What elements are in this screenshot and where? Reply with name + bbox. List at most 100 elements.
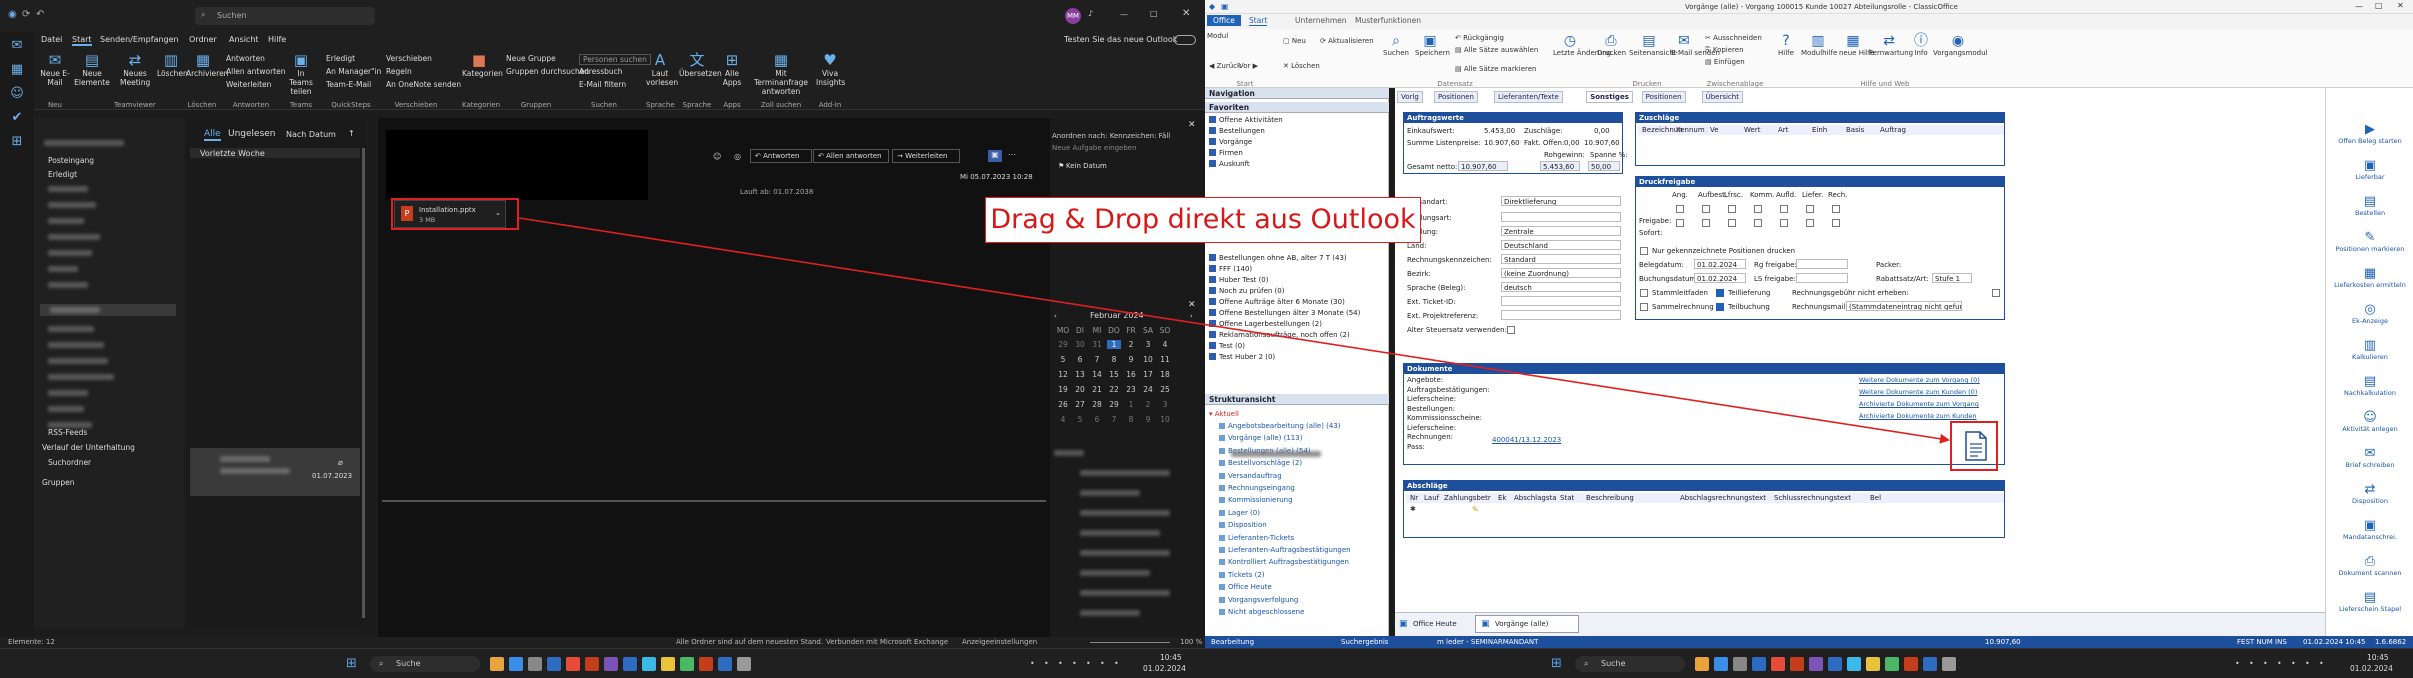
document-link[interactable]: Weitere Dokumente zum Vorgang (0) — [1859, 376, 1980, 384]
undo-icon[interactable]: ↶ — [36, 9, 44, 20]
calendar-day[interactable]: 7 — [1090, 355, 1104, 364]
nur-gekennzeichnet-checkbox[interactable] — [1640, 247, 1648, 255]
tree-item[interactable]: Lieferanten-Auftragsbestätigungen — [1219, 546, 1351, 554]
modul-dropdown[interactable]: Modul — [1207, 32, 1228, 40]
taskbar-search[interactable]: ⌕ Suche — [370, 656, 480, 672]
clock-date[interactable]: 01.02.2024 — [1143, 664, 1186, 673]
taskbar-app-icon[interactable] — [1923, 657, 1937, 671]
todo-arrange[interactable]: Anordnen nach: Kennzeichen: Fälli... — [1052, 132, 1170, 140]
calendar-day[interactable]: 29 — [1056, 340, 1070, 349]
column-header[interactable]: Abschlagsta — [1514, 494, 1557, 502]
maximize-icon[interactable]: □ — [2375, 1, 2383, 10]
calendar-day[interactable]: 7 — [1107, 415, 1121, 424]
people-icon[interactable]: ☺ — [8, 86, 26, 104]
folder-erledigt[interactable]: Erledigt — [48, 170, 77, 179]
tree-item[interactable]: Bestellvorschläge (2) — [1219, 459, 1302, 467]
detail-tab-4[interactable]: Positionen — [1641, 91, 1686, 103]
druck-checkbox[interactable] — [1676, 205, 1684, 213]
favoriten-header[interactable]: Favoriten — [1205, 102, 1389, 113]
sort-direction-icon[interactable]: ↑ — [348, 129, 355, 138]
filter-item[interactable]: Test Huber 2 (0) — [1209, 353, 1275, 361]
taskbar-app-icon[interactable] — [661, 657, 675, 671]
taskbar-app-icon[interactable] — [1733, 657, 1747, 671]
tray-icon[interactable]: • — [1072, 659, 1077, 668]
calendar-day[interactable]: 26 — [1056, 400, 1070, 409]
column-header[interactable]: Zahlungsbetr — [1444, 494, 1491, 502]
ticket_l-field[interactable] — [1501, 296, 1621, 306]
calendar-day[interactable]: 5 — [1073, 415, 1087, 424]
side-action-8[interactable]: ☺ Aktivität anlegen — [2326, 410, 2413, 433]
reply-all-button[interactable]: Allen antworten — [226, 67, 285, 76]
menu-senden[interactable]: Senden/Empfangen — [100, 35, 179, 44]
favorite-item[interactable]: Bestellungen — [1209, 127, 1265, 135]
calendar-day[interactable]: 5 — [1056, 355, 1070, 364]
buchungsdatum-field[interactable]: 01.02.2024 — [1694, 273, 1746, 283]
translate-button[interactable]: 文 Übersetzen — [679, 52, 722, 79]
redacted-folder[interactable] — [48, 250, 92, 256]
calendar-day[interactable]: 4 — [1158, 340, 1172, 349]
redacted-folder[interactable] — [48, 218, 84, 224]
folder-gruppen[interactable]: Gruppen — [42, 478, 75, 487]
favorite-item[interactable]: Vorgänge — [1209, 138, 1252, 146]
reaction-icon[interactable]: ◎ — [734, 152, 741, 161]
calendar-day[interactable]: 27 — [1073, 400, 1087, 409]
tray-icon[interactable]: • — [1030, 659, 1035, 668]
speichern-button[interactable]: ▣ Speichern — [1415, 33, 1450, 57]
filter-item[interactable]: FFF (140) — [1209, 265, 1252, 273]
maximize-icon[interactable]: □ — [1150, 9, 1158, 18]
druck-checkbox[interactable] — [1728, 219, 1736, 227]
column-header[interactable]: Stat — [1560, 494, 1574, 502]
move-button[interactable]: Verschieben — [386, 54, 432, 63]
taskbar-app-icon[interactable] — [490, 657, 504, 671]
tasks-icon[interactable]: ✔ — [8, 110, 26, 128]
tree-item[interactable]: Office Heute — [1219, 583, 1272, 591]
save-icon[interactable]: ▣ — [1221, 2, 1229, 11]
suchen-button[interactable]: ⌕ Suchen — [1381, 33, 1411, 57]
close-icon[interactable]: ✕ — [1188, 120, 1196, 130]
viva-button[interactable]: ♥ Viva Insights — [816, 52, 845, 88]
tray-icon[interactable]: • — [2263, 659, 2268, 668]
calendar-day[interactable]: 23 — [1124, 385, 1138, 394]
calendar-day[interactable]: 14 — [1090, 370, 1104, 379]
minimize-icon[interactable]: — — [2355, 2, 2363, 11]
column-header[interactable]: Beschreibung — [1586, 494, 1634, 502]
quickstep-team[interactable]: Team-E-Mail — [326, 80, 371, 89]
rules-button[interactable]: Regeln — [386, 67, 412, 76]
archive-button[interactable]: ▦ Archivieren — [186, 52, 228, 79]
redacted-folder[interactable] — [48, 234, 100, 240]
taskbar-app-icon[interactable] — [1885, 657, 1899, 671]
all-apps-button[interactable]: ⊞ Alle Apps — [720, 52, 744, 88]
column-header[interactable]: Wert — [1744, 126, 1760, 134]
taskbar-app-icon[interactable] — [566, 657, 580, 671]
delete-button[interactable]: ▥ Löschen — [157, 52, 188, 79]
favorite-item[interactable]: Offene Aktivitäten — [1209, 116, 1283, 124]
stammleitfaden-checkbox[interactable] — [1640, 289, 1648, 297]
rechnung-field[interactable]: Standard — [1501, 254, 1621, 264]
taskbar-app-icon[interactable] — [1866, 657, 1880, 671]
tray-icon[interactable]: • — [2277, 659, 2282, 668]
struktur-header[interactable]: Strukturansicht — [1205, 394, 1389, 405]
favorite-item[interactable]: Firmen — [1209, 149, 1243, 157]
bezirk-field[interactable]: (keine Zuordnung) — [1501, 268, 1621, 278]
calendar-day[interactable]: 21 — [1090, 385, 1104, 394]
side-action-4[interactable]: ▦ Lieferkosten ermitteln — [2326, 266, 2413, 289]
column-header[interactable]: Ek — [1498, 494, 1506, 502]
column-header[interactable]: Einh — [1812, 126, 1827, 134]
menu-hilfe[interactable]: Hilfe — [268, 35, 286, 44]
taskbar-app-icon[interactable] — [585, 657, 599, 671]
side-action-0[interactable]: ▶ Offen Beleg starten — [2326, 122, 2413, 145]
menu-datei[interactable]: Datei — [41, 35, 62, 44]
filter-email-button[interactable]: E-Mail filtern — [579, 80, 626, 89]
aktualisieren-button[interactable]: ⟳ Aktualisieren — [1320, 37, 1374, 45]
forward-button[interactable]: Weiterleiten — [226, 80, 271, 89]
druck-checkbox[interactable] — [1806, 205, 1814, 213]
sprache-field[interactable]: deutsch — [1501, 282, 1621, 292]
projekt_l-field[interactable] — [1501, 310, 1621, 320]
tree-item[interactable]: Angebotsbearbeitung (alle) (43) — [1219, 422, 1341, 430]
browse-groups-button[interactable]: Gruppen durchsuchen — [506, 67, 589, 76]
selected-folder[interactable] — [40, 304, 176, 316]
column-header[interactable]: Nr — [1410, 494, 1418, 502]
redacted-folder[interactable] — [48, 406, 84, 412]
rueckgaengig-button[interactable]: ↶ Rückgängig — [1455, 34, 1504, 42]
calendar-day[interactable]: 8 — [1124, 415, 1138, 424]
